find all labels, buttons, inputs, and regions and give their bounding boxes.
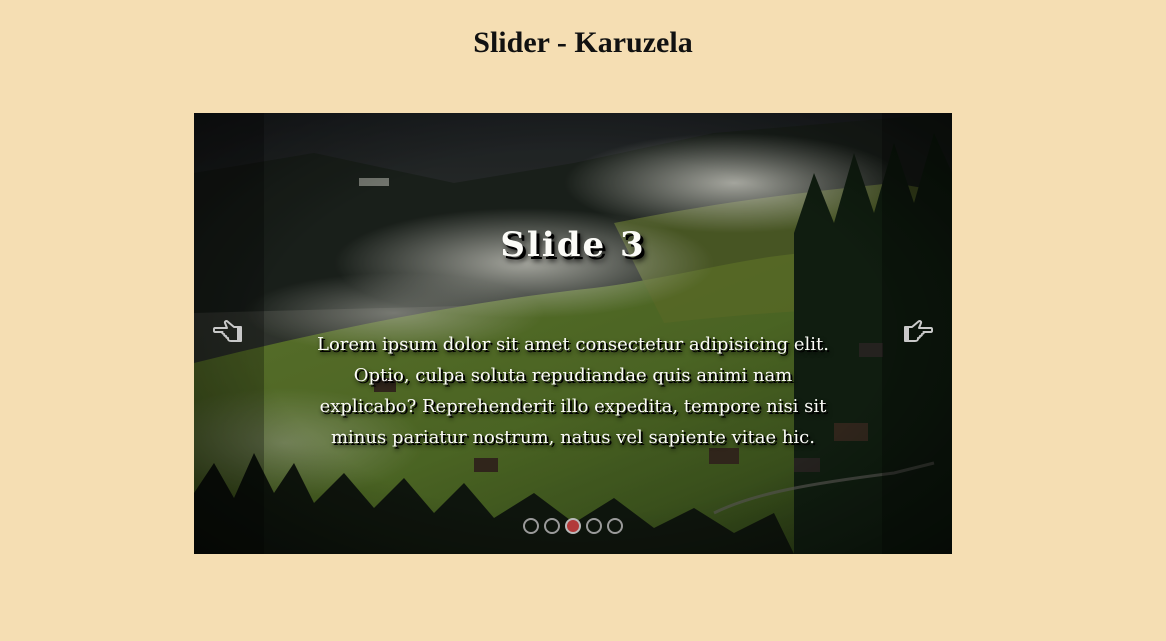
slide-dot-4[interactable] <box>586 518 602 534</box>
slide-title: Slide 3 <box>500 225 646 265</box>
slide-description: Lorem ipsum dolor sit amet consectetur a… <box>317 334 829 448</box>
slide-dot-2[interactable] <box>544 518 560 534</box>
image-carousel[interactable]: Slide 3 Lorem ipsum dolor sit amet conse… <box>194 113 952 554</box>
slide-dot-5[interactable] <box>607 518 623 534</box>
next-slide-button[interactable] <box>899 316 935 348</box>
slide-dot-3-active[interactable] <box>565 518 581 534</box>
hand-pointing-left-icon <box>213 320 242 342</box>
hand-pointing-right-icon <box>904 320 933 342</box>
slide-dot-1[interactable] <box>523 518 539 534</box>
slide-indicators <box>194 518 952 534</box>
page-title: Slider - Karuzela <box>473 26 693 59</box>
prev-slide-button[interactable] <box>211 316 247 348</box>
